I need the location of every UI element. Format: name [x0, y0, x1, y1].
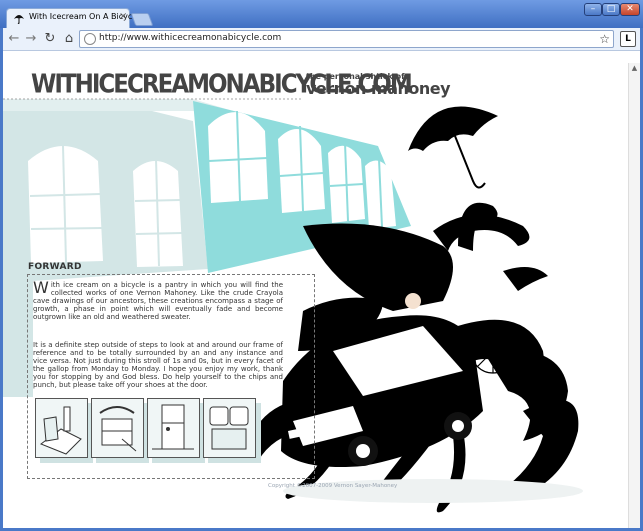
thumbnail-icon [209, 406, 249, 450]
reload-icon[interactable]: ↻ [42, 31, 58, 47]
title-bar: With Icecream On A Bicycle × – □ ✕ [0, 0, 643, 28]
tab-close-icon[interactable]: × [119, 11, 127, 23]
browser-window: With Icecream On A Bicycle × – □ ✕ ← → ↻… [0, 0, 643, 531]
drop-cap: W [33, 278, 49, 297]
page-viewport: WITHICECREAMONABICYCLE.COM the personal … [3, 50, 640, 528]
thumbnail-3[interactable] [147, 398, 200, 458]
browser-toolbar: ← → ↻ ⌂ http://www.withicecreamonabicycl… [3, 28, 640, 50]
home-icon[interactable]: ⌂ [61, 31, 77, 47]
scroll-up-icon[interactable]: ▲ [629, 63, 640, 74]
thumbnail-4[interactable] [203, 398, 256, 458]
thumbnail-1[interactable] [35, 398, 88, 458]
page-menu-icon[interactable]: L [620, 31, 636, 47]
tab-active[interactable]: With Icecream On A Bicycle × [6, 8, 139, 28]
new-tab-button[interactable] [130, 13, 154, 26]
second-paragraph: It is a definite step outside of steps t… [33, 341, 283, 390]
maximize-button[interactable]: □ [602, 3, 620, 16]
vertical-scrollbar[interactable]: ▲ [628, 63, 640, 528]
umbrella-favicon-icon [14, 15, 24, 24]
minimize-button[interactable]: – [584, 3, 602, 16]
address-bar[interactable]: http://www.withicecreamonabicycle.com ☆ [79, 30, 614, 48]
thumbnail-icon [99, 406, 137, 452]
thumbnail-icon [39, 406, 82, 455]
umbrella-illustration [408, 106, 498, 189]
globe-icon [84, 33, 96, 45]
thumbnail-2[interactable] [91, 398, 144, 458]
intro-text: ith ice cream on a bicycle is a pantry i… [33, 281, 283, 322]
thumbnail-icon [152, 404, 194, 450]
arrow-left-icon[interactable]: ← [6, 31, 22, 47]
url-text[interactable]: http://www.withicecreamonabicycle.com [99, 33, 281, 43]
arrow-right-icon[interactable]: → [23, 31, 39, 47]
copyright: Copyright ©2007-2009 Vernon Sayer-Mahone… [268, 483, 398, 489]
section-heading: FORWARD [28, 262, 82, 272]
star-icon[interactable]: ☆ [599, 31, 610, 47]
author-name: vernon mahoney [306, 79, 451, 98]
close-window-button[interactable]: ✕ [620, 3, 640, 16]
intro-paragraph: W ith ice cream on a bicycle is a pantry… [33, 278, 283, 322]
